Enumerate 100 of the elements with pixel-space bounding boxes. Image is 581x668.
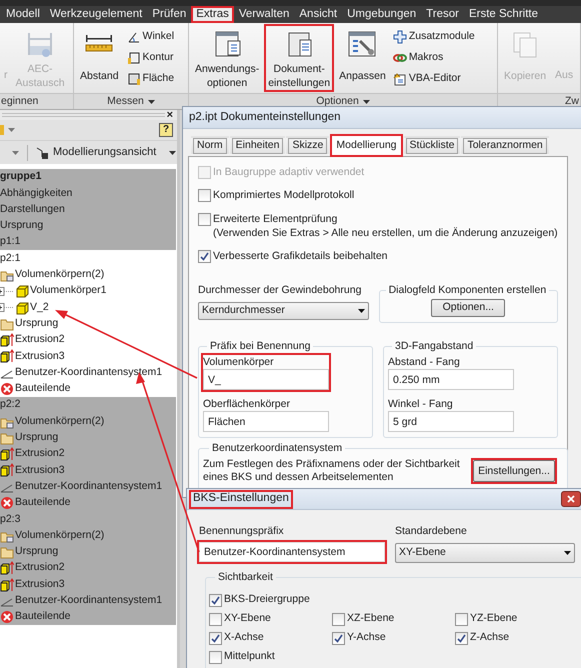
ribbon-button[interactable]: VBA-Editor [390, 69, 477, 89]
tree-item[interactable]: p1:1 [0, 234, 176, 250]
menu-tab[interactable]: Prüfen [147, 6, 192, 23]
tree-item[interactable]: Darstellungen [0, 202, 176, 218]
field-label: Oberflächenkörper [203, 397, 291, 411]
folder-icon [0, 544, 14, 559]
checkmark-icon [457, 634, 466, 643]
tab[interactable]: Modellierung [330, 134, 403, 157]
dropdown-icon[interactable] [0, 125, 16, 135]
tree-item[interactable]: Abhängigkeiten [0, 185, 176, 202]
extrusion-icon [0, 349, 14, 364]
checkbox[interactable] [455, 612, 468, 626]
tree-item[interactable]: p2:3 [0, 511, 176, 528]
tree-item[interactable]: p2:2 [0, 397, 176, 414]
input-field[interactable]: Benutzer-Koordinantensystem [199, 542, 385, 562]
tree-item[interactable]: Extrusion3 [0, 462, 176, 479]
checkbox-label: XY-Ebene [224, 611, 271, 626]
tab[interactable]: Norm [191, 136, 229, 156]
help-button[interactable]: ? [159, 123, 173, 137]
expand-icon[interactable] [0, 303, 15, 312]
extrusion-icon [0, 561, 14, 576]
ribbon-button[interactable]: Abstand [76, 24, 123, 92]
ribbon-button[interactable]: Makros [390, 48, 477, 68]
tree-item[interactable]: Volumenkörpern(2) [0, 528, 176, 544]
tab[interactable]: Skizze [286, 136, 330, 156]
menu-tab[interactable]: Modell [1, 6, 45, 23]
checkbox[interactable] [198, 189, 211, 202]
menu-tab[interactable]: Extras [191, 6, 234, 23]
tree-item[interactable]: gruppe1 [0, 169, 176, 186]
group-label[interactable]: Zw [564, 94, 580, 110]
input-field[interactable]: V_ [203, 369, 329, 390]
menu-tab[interactable]: Tresor [421, 6, 464, 23]
ribbon-button[interactable]: Fläche [124, 69, 176, 89]
tree-item[interactable]: Volumenkörpern(2) [0, 413, 176, 430]
checkbox[interactable] [209, 594, 222, 607]
tab[interactable]: Einheiten [230, 136, 286, 156]
checkbox[interactable] [209, 632, 222, 645]
ribbon-button[interactable]: Winkel [124, 27, 176, 47]
caret-icon[interactable] [12, 150, 19, 154]
menu-tab[interactable]: Werkzeugelement [44, 6, 148, 23]
ribbon-button[interactable]: Anpassen [335, 24, 390, 92]
close-button[interactable] [561, 491, 581, 507]
tab[interactable]: Stückliste [404, 136, 460, 156]
options-button[interactable]: Optionen... [431, 298, 506, 317]
group-label[interactable]: Optionen [315, 94, 371, 110]
group-title: Dialogfeld Komponenten erstellen [388, 283, 548, 298]
checkbox-label: Mittelpunkt [224, 649, 275, 664]
checkbox-label: XZ-Ebene [347, 611, 394, 626]
checkbox[interactable] [332, 612, 345, 626]
tree-item[interactable]: Ursprung [0, 430, 176, 446]
ribbon-button[interactable]: Zusatzmodule [390, 27, 477, 47]
checkbox[interactable] [198, 250, 211, 263]
ribbon-button[interactable]: Dokument- einstellungen [264, 24, 334, 92]
expand-icon[interactable] [0, 286, 15, 296]
checkbox[interactable] [455, 632, 468, 645]
tree-item[interactable]: Ursprung [0, 218, 176, 234]
menu-tab[interactable]: Erste Schritte [464, 6, 543, 23]
tab[interactable]: Toleranznormen [461, 136, 549, 156]
area-icon [126, 72, 141, 86]
field-label: Volumenkörper [203, 355, 275, 369]
ribbon-button[interactable]: Kontur [124, 48, 176, 68]
checkbox[interactable] [209, 612, 222, 626]
folder-icon [0, 430, 14, 445]
checkbox[interactable] [332, 632, 345, 645]
checkbox[interactable] [198, 213, 211, 226]
tree-item[interactable]: Extrusion3 [0, 576, 176, 593]
menu-tab[interactable]: Ansicht [294, 6, 342, 23]
stop-icon [0, 610, 14, 624]
grip-handle[interactable] [2, 113, 165, 117]
description-text: Zum Festlegen des Präfixnamens oder der Sichtbarkeit eines BKS und dessen Arbeitselementen [203, 458, 461, 484]
dropdown[interactable]: Kerndurchmesser [198, 302, 369, 320]
caret-icon [148, 100, 155, 104]
cube-icon [15, 300, 29, 315]
tree-item[interactable]: Ursprung [0, 544, 176, 560]
checkmark-icon [211, 596, 220, 605]
checkbox[interactable] [209, 650, 222, 664]
tree-item[interactable]: Bauteilende [0, 494, 176, 512]
caret-icon [564, 551, 571, 555]
extrusion-icon [0, 447, 14, 462]
menu-tab[interactable]: Umgebungen [342, 6, 422, 23]
tree-item[interactable]: Extrusion2 [0, 446, 176, 462]
tree-item[interactable]: Benutzer-Koordinantensystem1 [0, 592, 176, 610]
menu-tab[interactable]: Verwalten [234, 6, 294, 23]
dropdown[interactable]: XY-Ebene [395, 543, 575, 563]
tree-item[interactable]: Extrusion2 [0, 560, 176, 576]
input-field[interactable]: 5 grd [388, 411, 514, 432]
field-label: Winkel - Fang [388, 397, 454, 411]
checkbox-label: X-Achse [224, 630, 264, 646]
extrusion-icon [0, 578, 14, 592]
checkmark-icon [334, 634, 343, 643]
script-icon [392, 72, 407, 86]
ribbon-button[interactable]: Anwendungs- optionen [191, 24, 264, 92]
close-button[interactable]: × [166, 110, 173, 120]
settings-button[interactable]: Einstellungen... [471, 458, 557, 484]
hint-text: (Verwenden Sie Extras > Alle neu erstellen, um die Änderung anzuzeigen) [213, 227, 558, 240]
tree-item[interactable]: Benutzer-Koordinantensystem1 [0, 478, 176, 495]
cube-icon [15, 284, 29, 298]
tree-item[interactable]: Bauteilende [0, 609, 176, 626]
input-field[interactable]: Flächen [203, 411, 329, 432]
input-field[interactable]: 0.250 mm [388, 369, 514, 390]
